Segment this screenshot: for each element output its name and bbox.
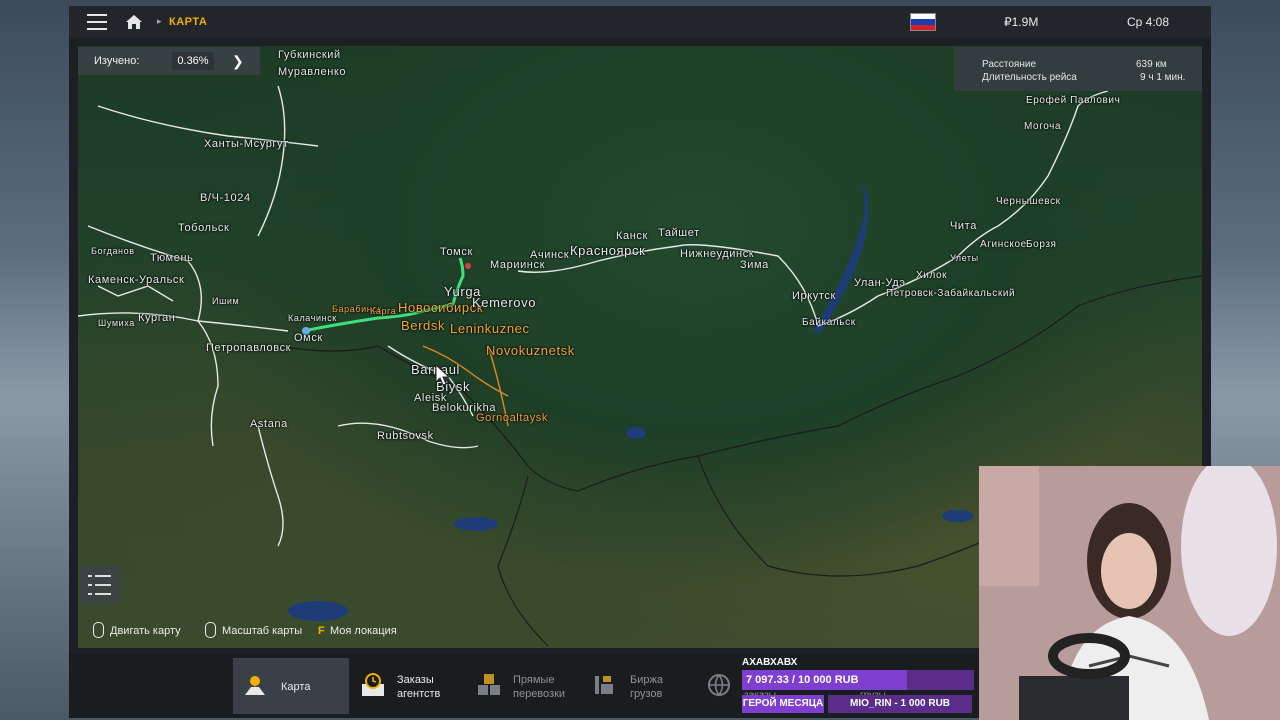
hero-of-month-label: ГЕРОЙ МЕСЯЦА bbox=[742, 695, 824, 713]
lake-baikal bbox=[813, 176, 869, 334]
home-icon[interactable] bbox=[125, 14, 143, 30]
city-label: Агинское bbox=[980, 239, 1027, 250]
nav-exchange-label-2: грузов bbox=[630, 688, 663, 700]
city-label: Ишим bbox=[212, 296, 240, 306]
lake bbox=[454, 517, 498, 531]
city-label: Ерофей Павлович bbox=[1026, 95, 1121, 106]
distance-value: 639 км bbox=[1136, 59, 1167, 70]
explored-panel: Изучено: 0.36% ❯ bbox=[78, 47, 260, 75]
map-legend-icon[interactable] bbox=[80, 566, 120, 604]
explored-value: 0.36% bbox=[172, 52, 214, 70]
mouse-drag-icon bbox=[93, 622, 104, 638]
city-label: Rubtsovsk bbox=[377, 430, 434, 442]
streamer-webcam-image bbox=[979, 466, 1280, 720]
city-label: Ханты-Мсургут bbox=[204, 138, 289, 150]
city-label: Карга bbox=[370, 306, 397, 316]
city-label: Богданов bbox=[91, 246, 135, 256]
city-label: Петропавловск bbox=[206, 342, 292, 354]
city-label: Чернышевск bbox=[996, 196, 1061, 207]
city-label: Борзя bbox=[1026, 239, 1057, 250]
nav-global[interactable] bbox=[704, 658, 738, 714]
russia-flag-icon bbox=[910, 13, 936, 31]
donation-progress-text: 7 097.33 / 10 000 RUB bbox=[746, 674, 859, 686]
city-label: Муравленко bbox=[278, 66, 347, 78]
forklift-icon bbox=[595, 676, 613, 694]
hint-move-map: Двигать карту bbox=[110, 625, 181, 637]
city-label: Каменск-Уральск bbox=[88, 274, 185, 286]
game-clock: Ср 4:08 bbox=[1127, 15, 1170, 29]
globe-icon bbox=[708, 674, 730, 697]
mouse-scroll-icon bbox=[205, 622, 216, 638]
mouse-cursor-icon bbox=[435, 364, 451, 386]
city-label: Новосибирск bbox=[398, 300, 484, 315]
city-label: Губкинский bbox=[278, 49, 341, 61]
city-label: Leninkuznec bbox=[450, 321, 530, 336]
duration-label: Длительность рейса bbox=[982, 72, 1077, 83]
distance-label: Расстояние bbox=[982, 59, 1037, 70]
nav-direct-transport[interactable]: Прямые перевозки bbox=[471, 658, 581, 714]
control-hints: Двигать карту Масштаб карты F Моя локаци… bbox=[78, 616, 408, 644]
nav-agency-label-1: Заказы bbox=[397, 674, 434, 686]
boxes-icon bbox=[478, 674, 500, 695]
money-display: ₽1.9M bbox=[1004, 15, 1039, 29]
city-label: Калачинск bbox=[288, 313, 337, 323]
city-label: Курган bbox=[138, 312, 176, 324]
duration-value: 9 ч 1 мин. bbox=[1140, 72, 1186, 83]
city-label: Хилок bbox=[916, 270, 948, 281]
donor-name: АХАВХАВХ bbox=[742, 657, 798, 668]
city-label: Петровск-Забайкальский bbox=[886, 288, 1016, 299]
city-label: Могоча bbox=[1024, 121, 1062, 132]
city-label: Шумиха bbox=[98, 318, 135, 328]
lake bbox=[626, 427, 646, 439]
hint-my-location: Моя локация bbox=[330, 625, 397, 637]
nav-direct-label-2: перевозки bbox=[513, 688, 566, 700]
explored-label: Изучено: bbox=[94, 55, 140, 67]
city-label: Канск bbox=[616, 230, 648, 242]
city-label: Омск bbox=[294, 332, 323, 344]
nav-agency-label-2: агентств bbox=[397, 688, 441, 700]
lake bbox=[942, 510, 974, 522]
webcam-overlay bbox=[979, 466, 1280, 720]
nav-agency-orders[interactable]: Заказы агентств bbox=[355, 658, 465, 714]
nav-direct-label-1: Прямые bbox=[513, 674, 555, 686]
map-pin-icon bbox=[245, 676, 265, 695]
menu-icon[interactable] bbox=[87, 14, 107, 30]
city-label: Тюмень bbox=[150, 252, 194, 264]
donation-progress-bar: 7 097.33 / 10 000 RUB bbox=[742, 670, 974, 690]
chevron-right-icon[interactable]: ❯ bbox=[232, 53, 244, 70]
city-label: Чита bbox=[950, 220, 977, 232]
city-label: Тайшет bbox=[658, 227, 700, 239]
city-label: Улеты bbox=[950, 253, 979, 263]
hint-zoom-map: Масштаб карты bbox=[222, 625, 303, 637]
breadcrumb: КАРТА bbox=[169, 16, 208, 28]
nav-cargo-exchange[interactable]: Биржа грузов bbox=[588, 658, 698, 714]
hint-key: F bbox=[318, 625, 325, 637]
chevron-right-icon: ▸ bbox=[157, 16, 162, 26]
city-label: В/Ч-1024 bbox=[200, 192, 251, 204]
nav-map-label: Карта bbox=[281, 681, 311, 693]
clipboard-clock-icon bbox=[362, 673, 384, 696]
city-label: Тобольск bbox=[178, 222, 230, 234]
city-label: Novokuznetsk bbox=[486, 343, 575, 358]
destination-marker bbox=[465, 263, 471, 269]
city-label: Astana bbox=[250, 418, 288, 430]
city-label: Berdsk bbox=[401, 318, 446, 333]
city-label: Gornoaltaysk bbox=[476, 412, 549, 424]
city-label: Ачинск bbox=[530, 249, 570, 261]
city-label: Иркутск bbox=[792, 290, 836, 302]
city-label: Байкальск bbox=[802, 317, 856, 328]
city-label: Зима bbox=[740, 259, 769, 271]
city-label: Томск bbox=[440, 246, 473, 258]
route-info-panel: Расстояние 639 км Длительность рейса 9 ч… bbox=[954, 47, 1202, 91]
city-label: Kemerovo bbox=[472, 295, 537, 310]
city-label: Красноярск bbox=[570, 243, 646, 258]
donation-widget: АХАВХАВХ 7 097.33 / 10 000 RUB заказы гр… bbox=[740, 655, 980, 720]
top-bar: ▸ КАРТА ₽1.9M Ср 4:08 bbox=[69, 6, 1211, 38]
hero-of-month-value: MIO_RIN - 1 000 RUB bbox=[828, 695, 972, 713]
nav-map[interactable]: Карта bbox=[233, 658, 349, 714]
nav-exchange-label-1: Биржа bbox=[630, 674, 663, 686]
